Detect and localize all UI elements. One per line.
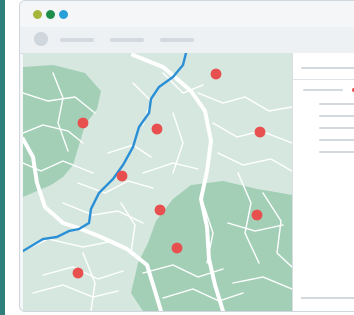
map-canvas[interactable]	[23, 53, 292, 311]
side-panel-item-3[interactable]	[319, 115, 354, 117]
map-marker-2	[77, 117, 89, 129]
title-bar	[20, 1, 354, 28]
side-panel-item-4[interactable]	[319, 127, 354, 129]
side-panel-item-5[interactable]	[319, 139, 354, 141]
side-panel	[292, 53, 354, 311]
left-border-strip	[0, 0, 5, 315]
map-marker-4	[254, 126, 266, 138]
avatar[interactable]	[34, 32, 48, 46]
toolbar-placeholder-3[interactable]	[160, 38, 194, 42]
window-control-blue[interactable]	[59, 10, 68, 19]
side-panel-item-1[interactable]	[303, 89, 343, 91]
app-window	[19, 0, 354, 312]
side-panel-footer-line	[301, 297, 354, 299]
map-view[interactable]	[23, 53, 292, 311]
side-panel-divider	[293, 79, 354, 80]
side-panel-item-6[interactable]	[319, 151, 354, 153]
window-control-olive[interactable]	[33, 10, 42, 19]
map-marker-9	[72, 267, 84, 279]
map-marker-1	[210, 68, 222, 80]
map-marker-8	[171, 242, 183, 254]
map-marker-7	[251, 209, 263, 221]
toolbar-placeholder-2[interactable]	[110, 38, 144, 42]
toolbar	[20, 27, 354, 54]
map-marker-5	[116, 170, 128, 182]
map-marker-6	[154, 204, 166, 216]
map-marker-3	[151, 123, 163, 135]
side-panel-header-line	[301, 67, 354, 69]
side-panel-item-2[interactable]	[319, 103, 354, 105]
toolbar-placeholder-1[interactable]	[60, 38, 94, 42]
window-control-green[interactable]	[46, 10, 55, 19]
